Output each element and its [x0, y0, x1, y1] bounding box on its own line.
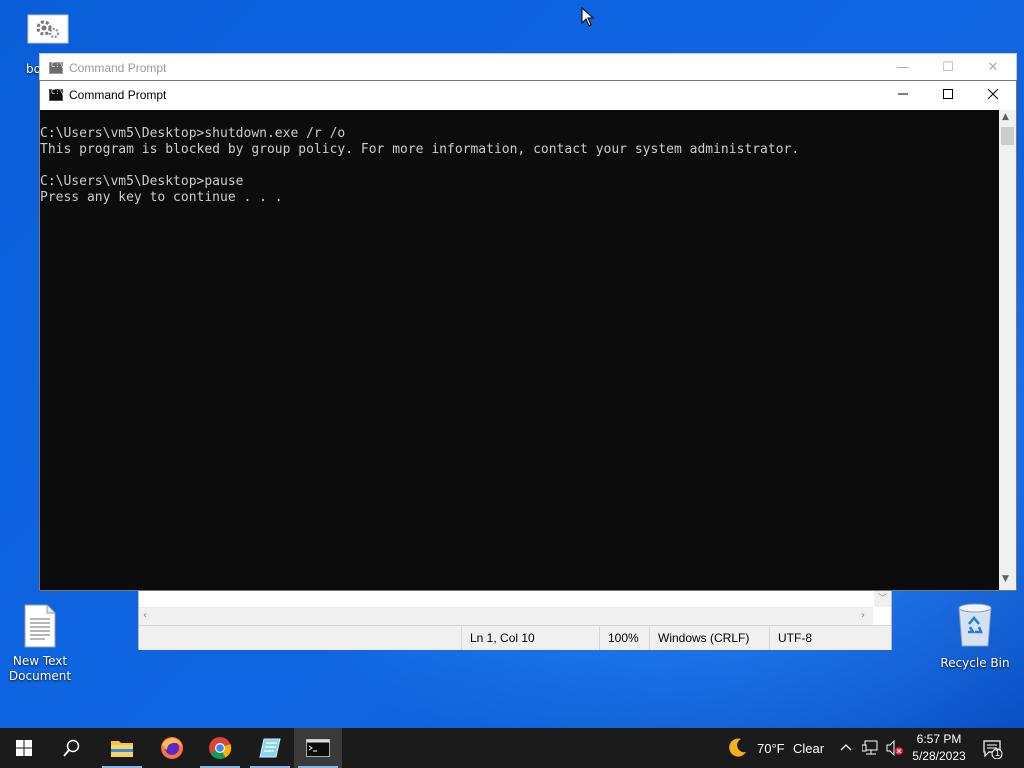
console-line: C:\Users\vm5\Desktop>shutdown.exe /r /o — [40, 126, 346, 141]
minimize-button[interactable] — [880, 81, 926, 110]
desktop-icon-new-text-document[interactable]: New Text Document — [0, 604, 80, 684]
taskbar-clock[interactable]: 6:57 PM 5/28/2023 — [908, 731, 970, 765]
taskbar-chrome[interactable] — [196, 728, 244, 768]
console-line: C:\Users\vm5\Desktop>pause — [40, 174, 244, 189]
scroll-down-icon[interactable]: ﹀ — [878, 591, 887, 604]
mouse-cursor-icon — [581, 7, 595, 27]
chrome-icon — [209, 737, 232, 759]
console-line: This program is blocked by group policy.… — [40, 142, 800, 157]
desktop-icon-label: New Text Document — [8, 654, 72, 683]
notepad-window[interactable]: ﹀ ‹ › Ln 1, Col 10 100% Windows (CRLF) U… — [138, 588, 892, 650]
settings-file-icon — [27, 14, 69, 44]
cmd-app-icon — [49, 88, 64, 101]
maximize-icon — [943, 89, 953, 99]
folder-icon — [111, 741, 133, 757]
minimize-icon[interactable]: — — [888, 58, 918, 78]
window-title: Command Prompt — [69, 88, 167, 102]
maximize-icon[interactable]: ☐ — [933, 58, 963, 78]
maximize-button[interactable] — [925, 81, 971, 110]
notepad-vertical-scrollbar[interactable]: ﹀ — [874, 589, 891, 607]
cmd-window-background[interactable]: Command Prompt — ☐ ✕ — [39, 53, 1017, 83]
scroll-left-icon[interactable]: ‹ — [143, 610, 147, 621]
cmd-window[interactable]: Command Prompt C:\Users\vm5\Desktop>shut… — [39, 80, 1017, 591]
desktop-icon-recycle-bin[interactable]: Recycle Bin — [935, 602, 1015, 671]
chevron-up-icon[interactable] — [840, 742, 852, 752]
windows-logo-icon — [16, 740, 32, 756]
clock-date: 5/28/2023 — [912, 749, 966, 763]
taskbar: 70°F Clear 1 — [0, 728, 1024, 768]
desktop-icon-bo[interactable]: bo — [8, 14, 88, 76]
notification-count: 1 — [995, 748, 1001, 758]
title-bar[interactable]: Command Prompt — [40, 81, 1016, 110]
search-icon — [63, 739, 80, 757]
close-button[interactable] — [970, 81, 1016, 110]
volume-muted-icon[interactable] — [886, 740, 904, 756]
cmd-icon — [306, 739, 330, 757]
search-button[interactable] — [48, 728, 96, 768]
weather-temperature[interactable]: 70°F — [757, 741, 785, 756]
scroll-up-icon[interactable]: ▲ — [1002, 112, 1009, 122]
weather-condition[interactable]: Clear — [793, 741, 824, 756]
start-button[interactable] — [0, 728, 48, 768]
console-output[interactable]: C:\Users\vm5\Desktop>shutdown.exe /r /o … — [40, 110, 999, 590]
taskbar-file-explorer[interactable] — [98, 728, 146, 768]
status-line-endings: Windows (CRLF) — [649, 626, 768, 650]
taskbar-notepad[interactable] — [246, 728, 294, 768]
text-document-icon — [24, 604, 56, 648]
close-icon — [987, 88, 999, 100]
network-icon[interactable] — [862, 740, 880, 756]
scroll-down-icon[interactable]: ▼ — [1002, 574, 1009, 584]
status-zoom: 100% — [599, 626, 650, 650]
status-encoding: UTF-8 — [769, 626, 878, 650]
console-line: Press any key to continue . . . — [40, 190, 283, 205]
notepad-icon — [259, 738, 281, 758]
taskbar-firefox[interactable] — [148, 728, 196, 768]
minimize-icon — [898, 93, 908, 95]
scrollbar-thumb[interactable] — [1001, 127, 1014, 145]
clock-time: 6:57 PM — [916, 732, 962, 746]
firefox-icon — [161, 737, 183, 759]
notepad-horizontal-scrollbar[interactable]: ‹ › — [139, 607, 873, 625]
taskbar-command-prompt[interactable] — [294, 728, 342, 768]
console-vertical-scrollbar[interactable]: ▲ ▼ — [999, 110, 1016, 590]
moon-icon[interactable] — [726, 737, 748, 759]
status-position: Ln 1, Col 10 — [461, 626, 598, 650]
recycle-bin-icon — [958, 603, 992, 647]
notepad-status-bar: Ln 1, Col 10 100% Windows (CRLF) UTF-8 — [139, 625, 891, 650]
desktop-icon-label: Recycle Bin — [940, 656, 1010, 670]
window-title: Command Prompt — [69, 61, 167, 75]
close-icon[interactable]: ✕ — [978, 58, 1008, 78]
scroll-right-icon[interactable]: › — [861, 610, 865, 621]
cmd-app-icon — [49, 61, 64, 74]
